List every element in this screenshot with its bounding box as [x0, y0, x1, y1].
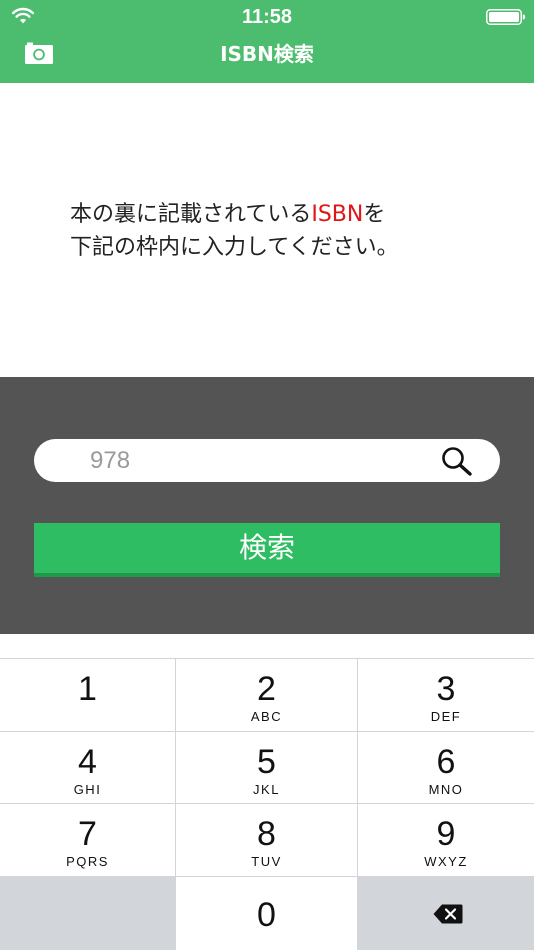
key-letters: PQRS: [66, 854, 109, 869]
key-letters: WXYZ: [424, 854, 468, 869]
key-digit: 4: [78, 743, 97, 781]
search-icon[interactable]: [440, 445, 474, 477]
key-digit: 6: [436, 743, 456, 781]
key-blank: [0, 876, 176, 950]
key-digit: 0: [257, 896, 276, 934]
nav-bar: 11:58 ISBN検索: [0, 0, 534, 83]
key-2[interactable]: 2 ABC: [176, 658, 358, 731]
isbn-search-field[interactable]: [34, 439, 500, 482]
backspace-key[interactable]: [358, 876, 534, 950]
battery-icon: [486, 9, 526, 25]
key-8[interactable]: 8 TUV: [176, 803, 358, 876]
isbn-highlight: ISBN: [311, 202, 364, 227]
keypad-spacer: [0, 634, 534, 658]
key-digit: 5: [257, 743, 276, 781]
page-title: ISBN検索: [220, 42, 314, 66]
backspace-icon: [433, 904, 463, 924]
instructions-area: 本の裏に記載されているISBNを 下記の枠内に入力してください。: [0, 83, 534, 377]
key-digit: 9: [436, 815, 456, 853]
search-button[interactable]: 検索: [34, 523, 500, 577]
key-4[interactable]: 4 GHI: [0, 731, 176, 803]
key-1[interactable]: 1: [0, 658, 176, 731]
key-letters: GHI: [73, 782, 102, 797]
key-digit: 2: [257, 670, 276, 708]
instructions-line1-before: 本の裏に記載されている: [70, 202, 312, 227]
key-letters: JKL: [253, 782, 280, 797]
key-9[interactable]: 9 WXYZ: [358, 803, 534, 876]
isbn-search-screen: 11:58 ISBN検索 本の裏に記載されているISBNを 下記の枠内に入力して…: [0, 0, 534, 950]
status-time: 11:58: [241, 6, 293, 28]
key-digit: 7: [78, 815, 97, 853]
key-0[interactable]: 0: [176, 876, 358, 950]
key-digit: 8: [257, 815, 276, 853]
instructions-text: 本の裏に記載されているISBNを 下記の枠内に入力してください。: [70, 198, 490, 264]
status-bar: 11:58: [0, 0, 534, 34]
key-digit: 3: [436, 670, 456, 708]
instructions-line2: 下記の枠内に入力してください。: [70, 235, 399, 260]
instructions-line1-after: を: [363, 202, 386, 227]
key-6[interactable]: 6 MNO: [358, 731, 534, 803]
key-letters: MNO: [428, 782, 464, 797]
search-panel: 検索: [0, 377, 534, 634]
isbn-input[interactable]: [90, 439, 420, 482]
key-letters: TUV: [251, 854, 282, 869]
key-3[interactable]: 3 DEF: [358, 658, 534, 731]
key-digit: 1: [78, 670, 97, 708]
key-5[interactable]: 5 JKL: [176, 731, 358, 803]
numeric-keypad: 1 2 ABC 3 DEF 4 GHI 5 JKL 6 MNO 7 PQRS 8…: [0, 634, 534, 950]
key-7[interactable]: 7 PQRS: [0, 803, 176, 876]
key-letters: ABC: [250, 709, 283, 724]
key-letters: DEF: [430, 709, 462, 724]
